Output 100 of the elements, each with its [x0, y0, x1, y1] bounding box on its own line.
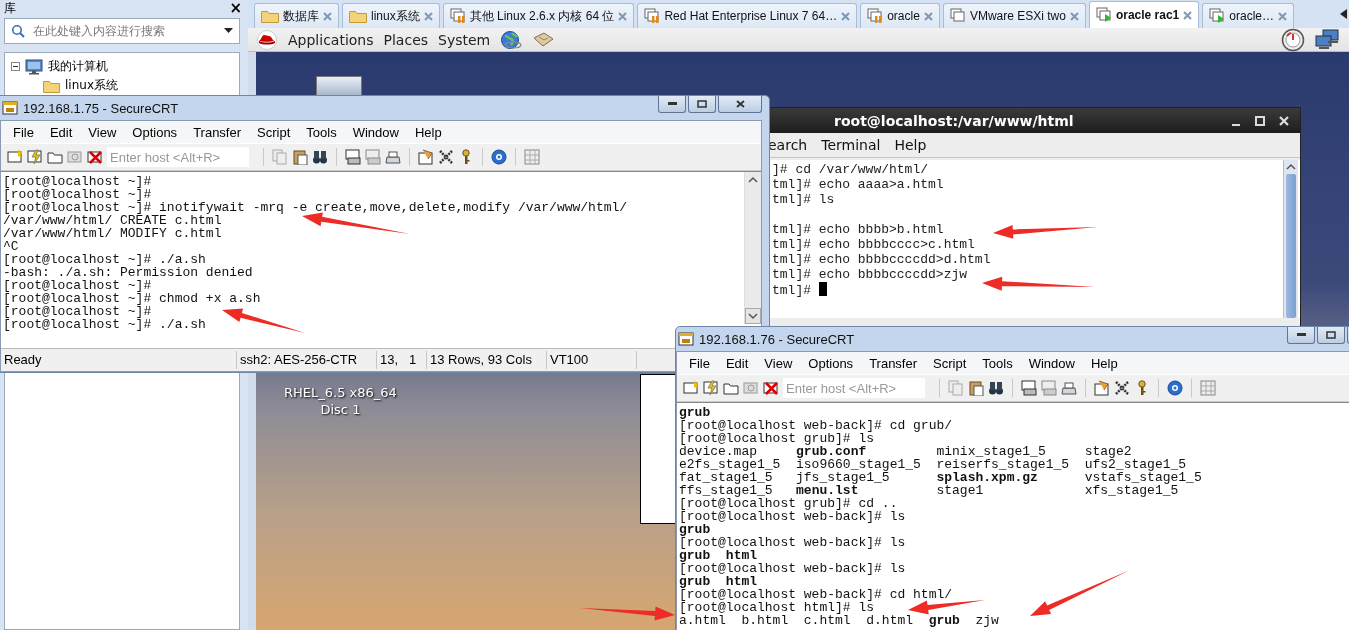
- menu-item[interactable]: Script: [249, 124, 299, 140]
- connect-icon[interactable]: [683, 380, 699, 396]
- terminal-line: [root@localhost web-back]# cd html/: [679, 588, 953, 601]
- terminal-line: tml]# echo bbbb>b.html: [772, 222, 944, 237]
- folder-icon[interactable]: [47, 149, 63, 165]
- globe-icon[interactable]: [500, 29, 523, 50]
- status-text: ssh2: AES-256-CTR: [237, 351, 377, 369]
- terminal-line: [root@localhost ~]# inotifywait -mrq -e create,move,delete,modify /var/www/html/: [3, 201, 628, 214]
- terminal-line: [root@localhost web-back]# ls: [679, 510, 906, 523]
- lightning-icon[interactable]: [27, 149, 43, 165]
- terminal-line: [root@localhost ~]#: [3, 279, 152, 292]
- terminal-line: [root@localhost ~]# chmod +x a.sh: [3, 292, 261, 305]
- maximize-button[interactable]: [688, 96, 716, 113]
- menu-item[interactable]: Window: [1020, 355, 1083, 371]
- scrollbar[interactable]: [744, 172, 761, 324]
- menu-item[interactable]: File: [5, 124, 42, 140]
- menu-item[interactable]: Edit: [717, 355, 757, 371]
- vm-tab[interactable]: linux系统: [342, 3, 440, 28]
- scroll-down-icon[interactable]: [745, 308, 761, 324]
- printer-icon[interactable]: [1061, 380, 1077, 396]
- panel-menu[interactable]: Applications: [288, 31, 374, 48]
- close-icon[interactable]: [1278, 11, 1287, 21]
- menu-item[interactable]: Options: [124, 124, 186, 140]
- close-icon[interactable]: [323, 11, 332, 21]
- menu-item[interactable]: Script: [925, 355, 975, 371]
- search-field[interactable]: 在此处键入内容进行搜索: [4, 18, 240, 44]
- clipboard-icon[interactable]: [292, 149, 308, 165]
- printer-icon[interactable]: [385, 149, 401, 165]
- terminal-line: tml]# echo bbbbccccdd>d.html: [772, 252, 991, 267]
- menu-item[interactable]: View: [80, 124, 125, 140]
- paused-vm-icon: [449, 8, 466, 24]
- minimize-button[interactable]: [658, 96, 686, 113]
- scrollbar[interactable]: [1283, 160, 1298, 318]
- tab-scroll-icon[interactable]: [1340, 9, 1347, 19]
- paused-vm-icon: [867, 8, 884, 24]
- window-printer-icon[interactable]: [1021, 380, 1037, 396]
- close-button[interactable]: [718, 96, 762, 113]
- dropdown-caret-icon[interactable]: [224, 28, 233, 34]
- lightning-icon[interactable]: [703, 380, 719, 396]
- connect-icon[interactable]: [7, 149, 23, 165]
- host-field[interactable]: Enter host <Alt+R>: [107, 147, 249, 167]
- terminal-line: [root@localhost ~]# ./a.sh: [3, 318, 206, 331]
- status-text: Ready: [1, 351, 237, 369]
- terminal-line: [root@localhost web-back]# ls: [679, 562, 906, 575]
- close-button[interactable]: ×: [229, 0, 242, 17]
- maximize-button[interactable]: [1317, 327, 1345, 344]
- vm-tab[interactable]: oracle…: [1202, 3, 1294, 28]
- close-icon[interactable]: [423, 11, 433, 21]
- folder-icon[interactable]: [723, 380, 739, 396]
- binoculars-icon[interactable]: [312, 149, 328, 165]
- close-icon[interactable]: [923, 11, 933, 21]
- vm-tab[interactable]: 其他 Linux 2.6.x 内核 64 位: [442, 3, 635, 28]
- terminal-line: grub: [679, 406, 711, 419]
- menu-item[interactable]: Edit: [41, 124, 81, 140]
- close-icon[interactable]: [618, 11, 628, 21]
- network-computers-icon[interactable]: [1315, 28, 1341, 51]
- desktop-icon-label: RHEL_6.5 x86_64: [284, 384, 397, 401]
- menu-item[interactable]: Tools: [974, 355, 1021, 371]
- tree-item[interactable]: 我的计算机: [48, 58, 108, 75]
- panel-menu[interactable]: Places: [383, 31, 429, 48]
- vm-tab[interactable]: VMware ESXi two: [942, 3, 1086, 28]
- menu-item[interactable]: Tools: [298, 124, 345, 140]
- terminal-app-icon: [2, 100, 18, 116]
- menu-item[interactable]: Options: [800, 355, 862, 371]
- close-icon[interactable]: [1183, 10, 1193, 20]
- vm-tab[interactable]: oracle rac1: [1088, 1, 1200, 28]
- terminal-line: [root@localhost ~]# ./a.sh: [3, 253, 206, 266]
- binoculars-icon[interactable]: [988, 380, 1004, 396]
- text-cursor: [818, 282, 827, 296]
- window-printer-icon[interactable]: [345, 149, 361, 165]
- minimize-button[interactable]: [1287, 327, 1315, 344]
- menu-item[interactable]: Help: [894, 137, 927, 153]
- host-field[interactable]: Enter host <Alt+R>: [783, 378, 925, 398]
- collapse-icon[interactable]: [11, 62, 20, 71]
- disconnect-icon[interactable]: [87, 149, 103, 165]
- vm-tab[interactable]: Red Hat Enterprise Linux 7 64…: [637, 3, 858, 28]
- desktop-icon[interactable]: [316, 76, 362, 95]
- menu-item[interactable]: Help: [406, 124, 450, 140]
- menu-item[interactable]: View: [756, 355, 801, 371]
- menu-item[interactable]: Terminal: [821, 137, 881, 153]
- panel-menu[interactable]: System: [438, 31, 491, 48]
- folder-icon: [261, 9, 279, 23]
- terminal-line: -bash: ./a.sh: Permission denied: [3, 266, 253, 279]
- clipboard-icon[interactable]: [968, 380, 984, 396]
- terminal-line: grub: [679, 523, 711, 536]
- vm-tab[interactable]: oracle: [860, 3, 940, 28]
- tree-item[interactable]: linux系统: [65, 77, 118, 94]
- close-icon[interactable]: [841, 11, 851, 21]
- terminal-line: tml]# echo aaaa>a.html: [772, 177, 944, 192]
- vm-tab[interactable]: 数据库: [254, 3, 339, 28]
- menu-item[interactable]: Window: [344, 124, 407, 140]
- menu-item[interactable]: Help: [1082, 355, 1126, 371]
- menu-item[interactable]: File: [681, 355, 718, 371]
- panel-title: 库: [4, 0, 16, 17]
- close-icon[interactable]: [1069, 11, 1079, 21]
- disconnect-icon[interactable]: [763, 380, 779, 396]
- menu-item[interactable]: Transfer: [185, 124, 250, 140]
- running-vm-icon: [1095, 7, 1112, 23]
- menu-item[interactable]: Transfer: [861, 355, 926, 371]
- gauge-icon[interactable]: [1281, 27, 1305, 52]
